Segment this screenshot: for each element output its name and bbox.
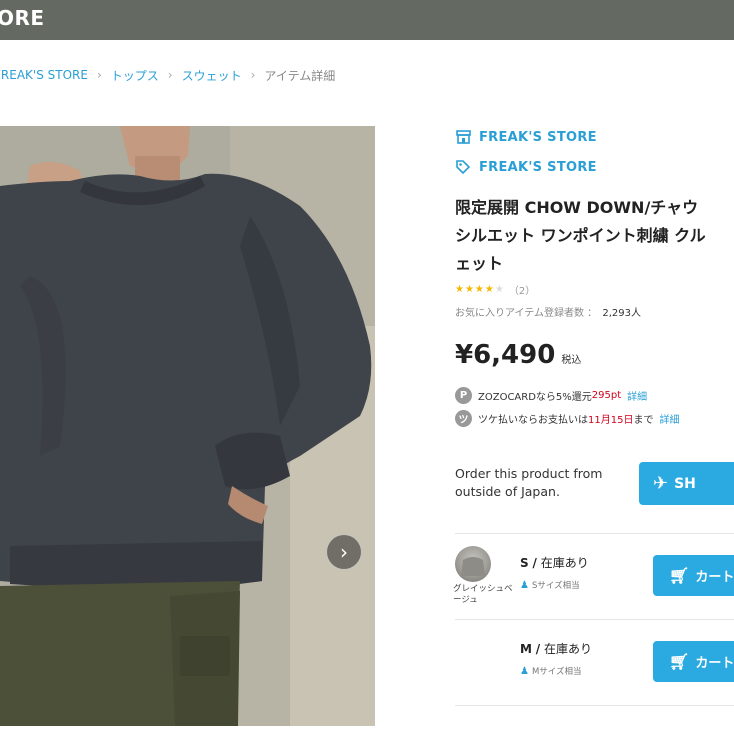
zozocard-text: ZOZOCARDなら5%還元 — [478, 391, 592, 403]
size-label: M — [520, 642, 532, 656]
size-stock: M / 在庫あり — [520, 642, 593, 656]
chevron-right-icon: › — [96, 68, 102, 82]
breadcrumb-item-sweat[interactable]: スウェット — [182, 67, 242, 84]
cart-icon: 🛒︎ — [669, 652, 690, 671]
tsuke-promo: ツ ツケ払いならお支払いは 11月15日 まで 詳細 — [455, 409, 734, 427]
product-title-line: シルエット ワンポイント刺繍 クル — [455, 226, 706, 245]
fit-info: ♟ Sサイズ相当 — [520, 579, 580, 592]
tax-label: 税込 — [561, 355, 582, 366]
breadcrumb-item-current: アイテム詳細 — [264, 68, 336, 83]
divider — [455, 619, 734, 620]
favorites-label: お気に入りアイテム登録者数 ： — [455, 308, 598, 319]
stock-label: 在庫あり — [540, 556, 589, 570]
cart-label: カート — [695, 570, 734, 585]
zozocard-points: 295pt — [591, 389, 622, 401]
breadcrumb-item-tops[interactable]: トップス — [111, 67, 159, 84]
chevron-right-icon: › — [250, 68, 256, 82]
breadcrumb: FREAK'S STORE › トップス › スウェット › アイテム詳細 — [0, 66, 335, 84]
add-to-cart-button[interactable]: 🛒︎ カート — [653, 641, 734, 682]
international-order: Order this product from outside of Japan… — [455, 462, 734, 508]
shop-link[interactable]: FREAK'S STORE — [455, 126, 734, 148]
zozocard-promo: P ZOZOCARDなら5%還元 295pt 詳細 — [455, 386, 734, 404]
model-illustration — [0, 126, 375, 726]
brand-link[interactable]: FREAK'S STORE — [455, 156, 734, 178]
international-ship-label: SH — [674, 475, 696, 492]
person-icon: ♟ — [520, 665, 529, 677]
cart-label: カート — [695, 656, 734, 671]
divider — [455, 705, 734, 706]
color-swatch[interactable] — [455, 546, 491, 582]
product-title-line: ェット — [455, 254, 504, 273]
chevron-right-icon: › — [340, 540, 348, 564]
international-order-text: Order this product from outside of Japan… — [455, 466, 603, 499]
tsuke-text-after: まで — [633, 414, 654, 426]
divider — [455, 533, 734, 534]
tsuke-detail-link[interactable]: 詳細 — [659, 411, 679, 426]
site-logo[interactable]: ORE — [0, 6, 45, 30]
product-photo[interactable]: › — [0, 126, 375, 726]
rating[interactable]: ★★★★★ （2） — [455, 282, 734, 297]
color-label: グレイッシュベージュ — [453, 584, 513, 605]
product-title: 限定展開 CHOW DOWN/チャウ シルエット ワンポイント刺繍 クル ェット — [455, 194, 734, 278]
add-to-cart-button[interactable]: 🛒︎ カート — [653, 555, 734, 596]
cart-icon: 🛒︎ — [669, 566, 690, 585]
shop-name: FREAK'S STORE — [479, 129, 597, 145]
international-ship-button[interactable]: ✈ SH — [639, 462, 734, 505]
breadcrumb-item-shop[interactable]: FREAK'S STORE — [0, 68, 88, 82]
size-label: S — [520, 556, 529, 570]
tsuke-date: 11月15日 — [588, 414, 634, 426]
points-icon: P — [455, 386, 472, 404]
product-info: FREAK'S STORE FREAK'S STORE 限定展開 CHOW DO… — [455, 126, 734, 427]
tsuke-icon: ツ — [455, 409, 472, 427]
star-rating-icon: ★★★★★ — [455, 283, 505, 295]
brand-name: FREAK'S STORE — [479, 159, 597, 175]
fit-info: ♟ Mサイズ相当 — [520, 665, 582, 678]
review-count: （2） — [508, 285, 536, 297]
size-stock: S / 在庫あり — [520, 556, 589, 570]
site-header: ORE — [0, 0, 734, 40]
price: ¥6,490 — [455, 340, 556, 370]
zozocard-detail-link[interactable]: 詳細 — [627, 388, 647, 403]
fit-label: Sサイズ相当 — [531, 581, 580, 591]
store-icon — [455, 129, 471, 145]
product-title-line: 限定展開 CHOW DOWN/チャウ — [455, 198, 699, 217]
airplane-icon: ✈ — [653, 473, 669, 494]
stock-label: 在庫あり — [544, 642, 593, 656]
gallery-next-button[interactable]: › — [326, 534, 362, 570]
chevron-right-icon: › — [167, 68, 173, 82]
price-row: ¥6,490 税込 — [455, 340, 734, 372]
tsuke-text: ツケ払いならお支払いは — [478, 414, 588, 426]
favorites-count: お気に入りアイテム登録者数 ： 2,293人 — [455, 304, 734, 319]
tag-icon — [455, 159, 471, 175]
favorites-number: 2,293人 — [602, 308, 642, 319]
fit-label: Mサイズ相当 — [531, 667, 582, 677]
person-icon: ♟ — [520, 579, 529, 591]
